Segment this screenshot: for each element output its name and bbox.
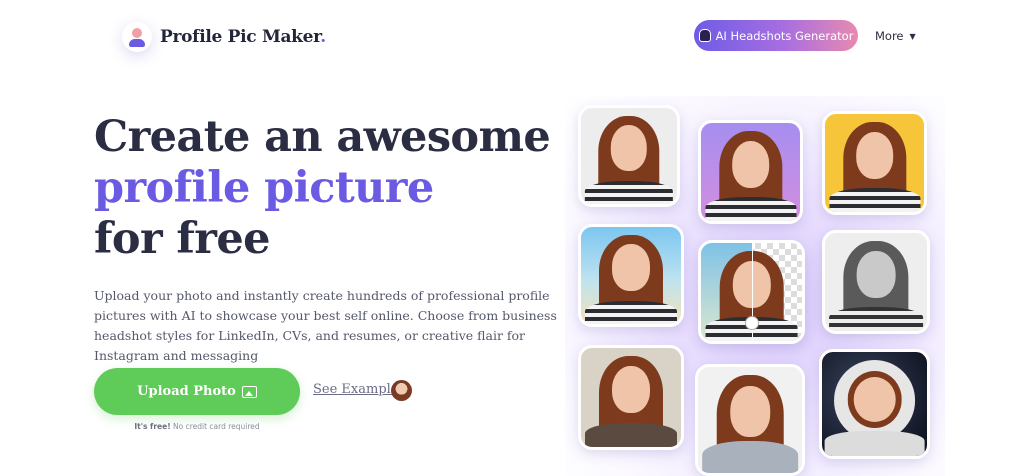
headline-line-3: for free bbox=[94, 214, 270, 264]
compare-slider-knob bbox=[744, 316, 759, 330]
gallery-tile-yellow bbox=[822, 111, 927, 215]
hero-headline: Create an awesome profile picture for fr… bbox=[94, 112, 554, 265]
upload-photo-label: Upload Photo bbox=[137, 384, 236, 399]
brand-dot: . bbox=[320, 27, 326, 47]
headline-line-1: Create an awesome bbox=[94, 112, 551, 162]
gallery-tile-black-white bbox=[822, 230, 930, 334]
gallery-tile-purple bbox=[698, 120, 803, 224]
hero-description: Upload your photo and instantly create h… bbox=[94, 288, 557, 363]
free-note: It's free! No credit card required bbox=[94, 422, 300, 431]
image-icon bbox=[241, 385, 257, 398]
gallery-tile-beach bbox=[578, 224, 684, 327]
brand-name: Profile Pic Maker. bbox=[160, 27, 326, 47]
ai-headshots-button[interactable]: AI Headshots Generator bbox=[694, 20, 858, 51]
ai-headshots-label: AI Headshots Generator bbox=[715, 28, 854, 43]
more-label: More bbox=[875, 29, 904, 43]
example-avatar[interactable] bbox=[391, 380, 412, 401]
see-example-link[interactable]: See Example bbox=[313, 382, 399, 397]
headline-accent: profile picture bbox=[94, 163, 434, 213]
free-note-rest: No credit card required bbox=[173, 422, 260, 431]
more-menu[interactable]: More ▼ bbox=[875, 29, 916, 43]
gallery-tile-background-removal bbox=[698, 240, 805, 344]
caret-down-icon: ▼ bbox=[909, 31, 916, 41]
gallery-tile-business bbox=[695, 364, 805, 476]
gallery-tile-astronaut bbox=[819, 349, 930, 459]
brand-logo[interactable]: Profile Pic Maker. bbox=[122, 22, 326, 52]
gallery-tile-realistic bbox=[578, 345, 684, 450]
robot-icon bbox=[698, 29, 711, 42]
user-avatar-icon bbox=[122, 22, 152, 52]
free-note-strong: It's free! bbox=[134, 422, 171, 431]
upload-photo-button[interactable]: Upload Photo bbox=[94, 368, 300, 415]
gallery-tile-grey bbox=[578, 105, 680, 207]
